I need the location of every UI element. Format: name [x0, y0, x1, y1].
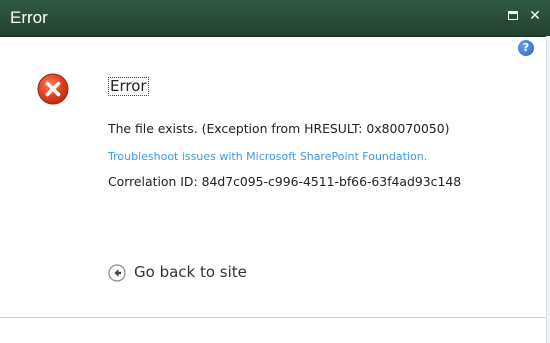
- error-dialog: Error ✕ ? Error The file exists. (Except…: [0, 0, 550, 343]
- close-icon: ✕: [529, 8, 541, 24]
- window-border: [546, 36, 550, 343]
- maximize-button[interactable]: [506, 8, 522, 24]
- help-icon[interactable]: ?: [518, 40, 534, 56]
- help-glyph: ?: [522, 41, 530, 54]
- divider: [0, 317, 550, 318]
- error-icon: [37, 73, 69, 105]
- correlation-id: Correlation ID: 84d7c095-c996-4511-bf66-…: [108, 174, 462, 189]
- go-back-label: Go back to site: [134, 263, 247, 281]
- error-heading: Error: [108, 77, 149, 96]
- maximize-icon: [508, 11, 518, 20]
- error-message: The file exists. (Exception from HRESULT…: [108, 121, 450, 136]
- back-arrow-icon: [108, 264, 126, 282]
- troubleshoot-link[interactable]: Troubleshoot issues with Microsoft Share…: [108, 150, 427, 163]
- titlebar: Error ✕: [0, 0, 550, 37]
- window-title: Error: [10, 8, 48, 27]
- close-button[interactable]: ✕: [527, 8, 543, 24]
